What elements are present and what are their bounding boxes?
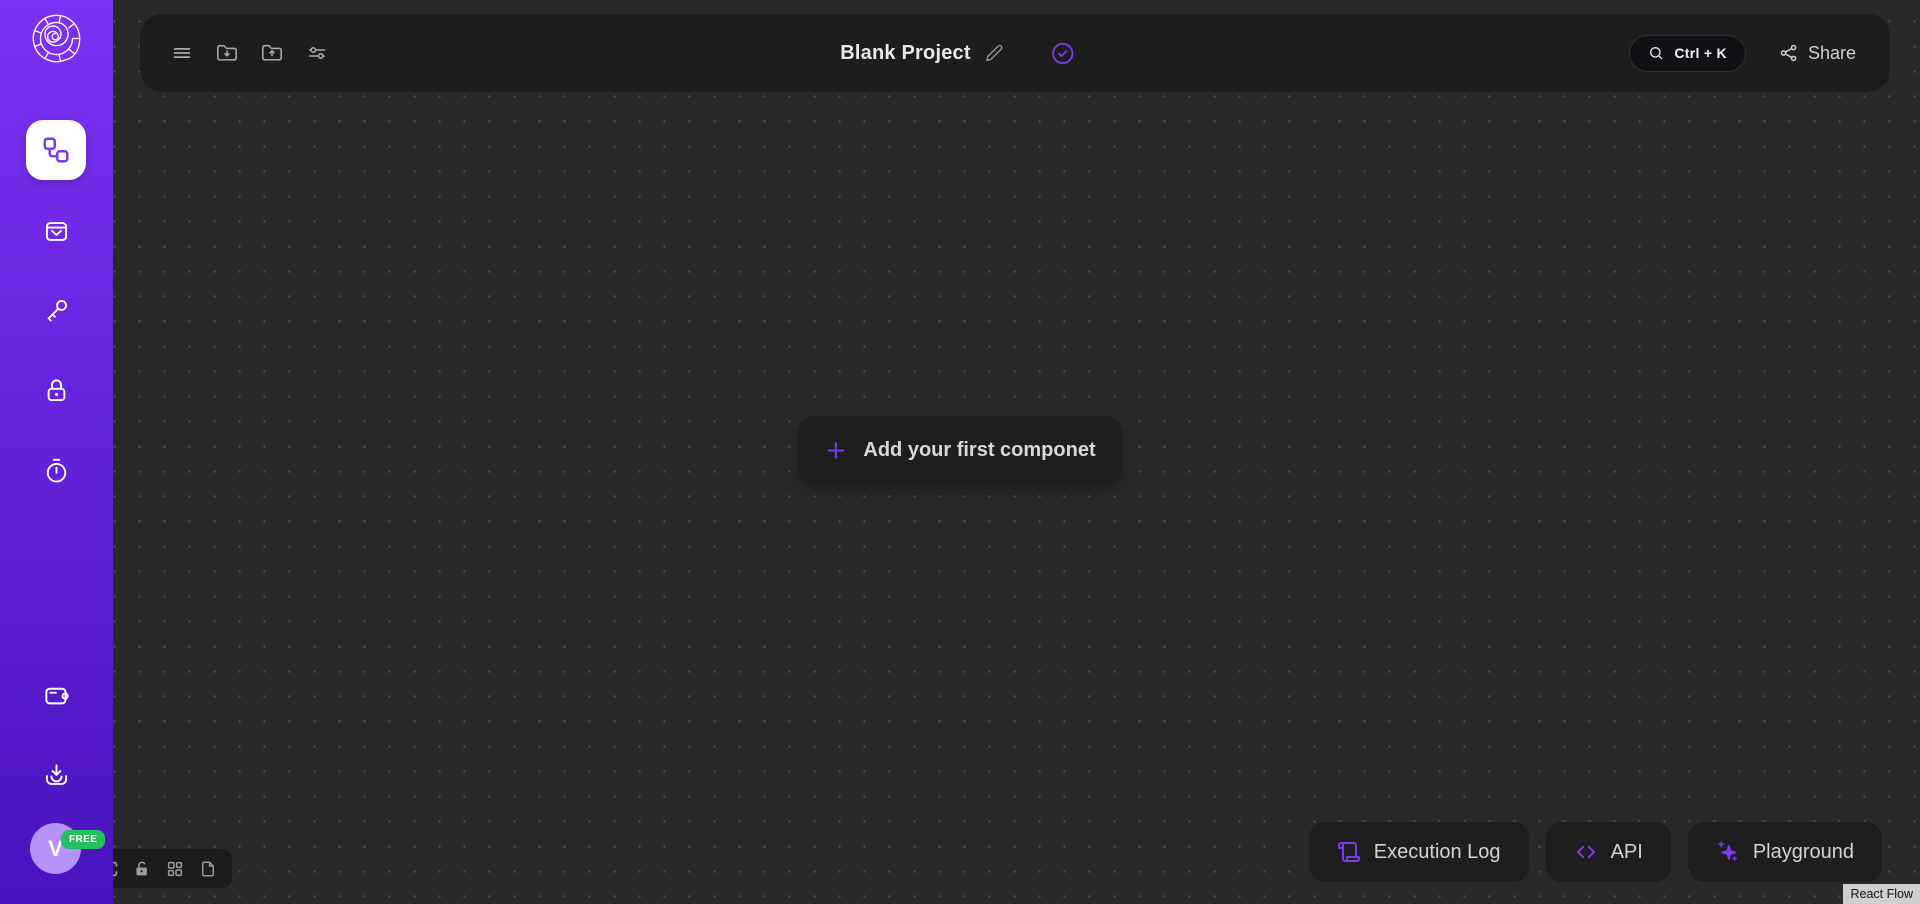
command-search-button[interactable]: Ctrl + K	[1629, 34, 1746, 72]
app-window: V FREE Blank Project Ctrl + K Share Add …	[0, 0, 1920, 904]
code-icon	[1574, 840, 1598, 864]
bottom-panels-group: Execution Log API Playground	[1308, 822, 1882, 882]
folder-import-button[interactable]	[216, 42, 238, 64]
project-title-group: Blank Project	[840, 41, 1075, 66]
search-shortcut-label: Ctrl + K	[1674, 45, 1727, 61]
sidebar-item-keys[interactable]	[43, 297, 70, 324]
share-icon	[1780, 44, 1797, 62]
api-label: API	[1610, 840, 1643, 863]
share-label: Share	[1807, 42, 1856, 63]
timer-icon	[46, 458, 67, 483]
plan-badge: FREE	[61, 830, 106, 849]
grid-icon	[168, 861, 183, 876]
sidebar-item-secrets[interactable]	[43, 377, 70, 404]
sparkles-icon	[1716, 840, 1740, 864]
import-icon	[45, 764, 68, 785]
grid-layout-button[interactable]	[166, 860, 184, 878]
key-icon	[47, 299, 68, 322]
menu-button[interactable]	[171, 42, 193, 64]
execution-log-button[interactable]: Execution Log	[1308, 822, 1529, 882]
lock-icon	[136, 861, 148, 875]
scroll-icon	[1337, 840, 1361, 864]
folder-import-icon	[217, 44, 237, 61]
search-icon	[1650, 47, 1663, 60]
saved-status-indicator[interactable]	[1051, 41, 1076, 66]
add-first-component-label: Add your first componet	[863, 439, 1096, 461]
api-button[interactable]: API	[1545, 822, 1671, 882]
toolbar-right-group: Ctrl + K Share	[1629, 34, 1856, 72]
inbox-icon	[45, 222, 68, 241]
add-first-component-button[interactable]: Add your first componet	[797, 416, 1123, 485]
top-toolbar: Blank Project Ctrl + K Share	[140, 14, 1890, 92]
nautilus-logo[interactable]	[28, 10, 85, 67]
sidebar-item-import[interactable]	[43, 762, 70, 789]
plus-icon	[824, 439, 847, 462]
file-icon	[202, 861, 215, 876]
project-title: Blank Project	[840, 41, 971, 64]
toolbar-left-group	[140, 42, 328, 64]
sidebar-item-billing[interactable]	[43, 682, 70, 709]
playground-label: Playground	[1752, 840, 1854, 863]
folder-export-button[interactable]	[261, 42, 283, 64]
pencil-icon	[986, 44, 1003, 62]
playground-button[interactable]: Playground	[1687, 822, 1882, 882]
react-flow-attribution[interactable]: React Flow	[1843, 884, 1920, 904]
workflow-icon	[43, 137, 69, 163]
edit-title-button[interactable]	[986, 44, 1004, 62]
share-button[interactable]: Share	[1779, 43, 1856, 64]
sidebar-item-workflows[interactable]	[26, 120, 86, 180]
sidebar-item-schedules[interactable]	[43, 457, 70, 484]
file-button[interactable]	[199, 860, 217, 878]
execution-log-label: Execution Log	[1373, 840, 1501, 863]
menu-icon	[173, 47, 191, 59]
lock-icon	[47, 379, 66, 402]
user-avatar[interactable]: V FREE	[30, 823, 106, 879]
sidebar: V FREE	[0, 0, 113, 904]
folder-export-icon	[262, 44, 282, 61]
settings-sliders-button[interactable]	[306, 42, 328, 64]
settings-sliders-icon	[308, 46, 326, 60]
wallet-icon	[45, 687, 69, 705]
check-circle-icon	[1052, 42, 1074, 64]
sidebar-item-inbox[interactable]	[43, 218, 70, 245]
lock-interactivity-button[interactable]	[133, 860, 151, 878]
